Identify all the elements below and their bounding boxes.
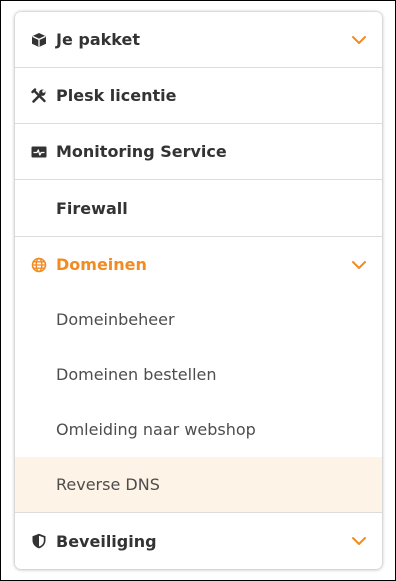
box-icon xyxy=(31,32,47,48)
menu-item-beveiliging[interactable]: Beveiliging xyxy=(15,513,382,569)
menu-item-label: Je pakket xyxy=(56,30,140,49)
chevron-down-icon[interactable] xyxy=(351,257,367,273)
sidebar-menu: Je pakket Plesk licentie Monitoring Serv… xyxy=(15,12,382,569)
chevron-down-icon[interactable] xyxy=(351,32,367,48)
tools-icon xyxy=(31,87,47,104)
menu-item-label: Monitoring Service xyxy=(56,142,227,161)
menu-item-plesk-licentie[interactable]: Plesk licentie xyxy=(15,68,382,124)
menu-item-domeinen[interactable]: Domeinen xyxy=(15,237,382,292)
menu-item-label: Firewall xyxy=(56,198,128,218)
submenu-item-domeinen-bestellen[interactable]: Domeinen bestellen xyxy=(15,347,382,402)
globe-icon xyxy=(31,257,47,273)
menu-item-firewall[interactable]: Firewall xyxy=(15,180,382,237)
submenu-item-label: Domeinen bestellen xyxy=(56,365,217,384)
menu-item-label: Beveiliging xyxy=(56,531,157,551)
submenu-item-domeinbeheer[interactable]: Domeinbeheer xyxy=(15,292,382,347)
submenu-item-omleiding-naar-webshop[interactable]: Omleiding naar webshop xyxy=(15,402,382,457)
submenu-item-label: Omleiding naar webshop xyxy=(56,420,256,439)
shield-icon xyxy=(31,533,47,549)
menu-item-label: Domeinen xyxy=(56,255,147,274)
submenu-item-label: Reverse DNS xyxy=(56,475,160,494)
submenu-item-label: Domeinbeheer xyxy=(56,310,175,329)
menu-item-monitoring-service[interactable]: Monitoring Service xyxy=(15,124,382,180)
menu-item-je-pakket[interactable]: Je pakket xyxy=(15,12,382,68)
monitor-pulse-icon xyxy=(31,144,47,160)
chevron-down-icon[interactable] xyxy=(351,533,367,549)
submenu-item-reverse-dns[interactable]: Reverse DNS xyxy=(15,457,382,513)
menu-item-label: Plesk licentie xyxy=(56,86,177,105)
